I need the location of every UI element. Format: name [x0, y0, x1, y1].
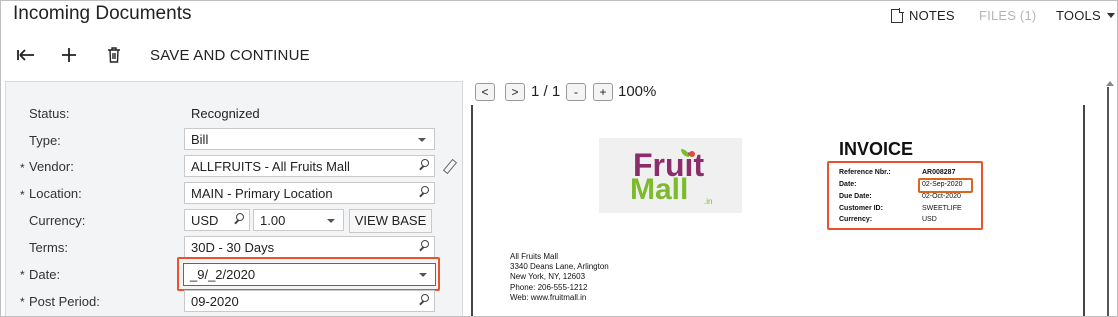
address-line: 3340 Deans Lane, Arlington — [510, 262, 609, 271]
search-icon[interactable] — [418, 240, 429, 251]
address-line: New York, NY, 12603 — [510, 272, 586, 281]
post-period-field[interactable]: 09-2020 — [184, 290, 435, 312]
date-field[interactable]: _9/_2/2020 — [183, 263, 436, 286]
type-label: Type: — [29, 133, 61, 148]
chevron-down-icon — [419, 273, 427, 277]
tools-menu-button[interactable]: TOOLS — [1056, 8, 1115, 23]
currency-label: Currency: — [29, 213, 86, 228]
notes-label: NOTES — [909, 8, 955, 23]
invoice-row-value: 02-Oct-2020 — [922, 193, 961, 200]
invoice-row-value: SWEETLIFE — [922, 205, 962, 212]
search-icon[interactable] — [233, 213, 244, 224]
currency-rate-value: 1.00 — [260, 213, 286, 228]
vendor-field[interactable]: ALLFRUITS - All Fruits Mall — [184, 155, 435, 177]
page-indicator: 1 / 1 — [531, 83, 561, 100]
address-line: All Fruits Mall — [510, 252, 559, 261]
invoice-row-label: Due Date: — [839, 193, 872, 200]
post-period-value: 09-2020 — [191, 294, 239, 309]
files-button[interactable]: FILES (1) — [979, 8, 1036, 23]
notes-button[interactable]: NOTES — [891, 8, 955, 23]
search-icon[interactable] — [418, 294, 429, 305]
view-base-button[interactable]: VIEW BASE — [349, 209, 432, 233]
trash-icon[interactable] — [107, 46, 121, 64]
invoice-title: INVOICE — [839, 139, 914, 159]
invoice-row-label: Reference Nbr.: — [839, 169, 891, 176]
edit-pencil-icon[interactable] — [443, 160, 455, 172]
logo-text-mall: Mall — [630, 173, 689, 206]
notes-icon — [891, 8, 904, 23]
invoice-row-label: Date: — [839, 181, 857, 188]
status-label: Status: — [29, 106, 70, 121]
type-select-value: Bill — [191, 132, 209, 147]
type-select[interactable]: Bill — [184, 128, 435, 150]
apple-icon — [689, 151, 695, 157]
vendor-label: Vendor: — [29, 159, 74, 174]
chevron-down-icon — [418, 138, 426, 142]
plus-icon[interactable] — [61, 47, 77, 63]
chevron-down-icon — [327, 219, 335, 223]
invoice-row-value: 02-Sep-2020 — [922, 181, 963, 188]
date-label: Date: — [29, 267, 61, 282]
search-icon[interactable] — [418, 159, 429, 170]
incoming-documents-window: Incoming Documents NOTES FILES (1) TOOLS… — [0, 0, 1118, 317]
location-field-value: MAIN - Primary Location — [191, 186, 333, 201]
prev-page-button[interactable]: < — [475, 83, 495, 101]
terms-field[interactable]: 30D - 30 Days — [184, 236, 435, 258]
preview-scrollbar[interactable] — [1107, 87, 1109, 316]
address-line: Web: www.fruitmall.in — [510, 293, 587, 302]
post-period-label: Post Period: — [29, 294, 100, 309]
invoice-row-label: Customer ID: — [839, 205, 883, 212]
terms-field-value: 30D - 30 Days — [191, 240, 275, 255]
undo-arrow-icon[interactable] — [15, 47, 37, 63]
invoice-row-value: USD — [922, 216, 937, 223]
logo-suffix: .in — [704, 197, 713, 206]
terms-label: Terms: — [29, 240, 68, 255]
currency-rate-select[interactable]: 1.00 — [253, 209, 344, 231]
status-value: Recognized — [191, 106, 260, 121]
location-label: Location: — [29, 186, 82, 201]
chevron-down-icon — [1106, 13, 1115, 18]
zoom-out-button[interactable]: - — [566, 83, 586, 101]
zoom-in-button[interactable]: + — [593, 83, 613, 101]
tools-label: TOOLS — [1056, 8, 1101, 23]
invoice-row-value: AR008287 — [922, 169, 956, 176]
required-marker: * — [20, 161, 25, 175]
scroll-up-icon[interactable] — [1106, 81, 1114, 86]
date-field-value: _9/_2/2020 — [190, 267, 256, 282]
invoice-row-label: Currency: — [839, 216, 873, 223]
required-marker: * — [20, 295, 25, 309]
location-field[interactable]: MAIN - Primary Location — [184, 182, 435, 204]
address-line: Phone: 206-555-1212 — [510, 283, 588, 292]
next-page-button[interactable]: > — [505, 83, 525, 101]
required-marker: * — [20, 188, 25, 202]
files-label: FILES (1) — [979, 8, 1037, 23]
currency-code-value: USD — [191, 213, 219, 228]
required-marker: * — [20, 268, 25, 282]
currency-code-field[interactable]: USD — [184, 209, 250, 231]
search-icon[interactable] — [418, 186, 429, 197]
save-and-continue-button[interactable]: SAVE AND CONTINUE — [150, 47, 310, 64]
page-title: Incoming Documents — [13, 3, 192, 24]
zoom-level: 100% — [618, 83, 657, 100]
vendor-field-value: ALLFRUITS - All Fruits Mall — [191, 159, 350, 174]
